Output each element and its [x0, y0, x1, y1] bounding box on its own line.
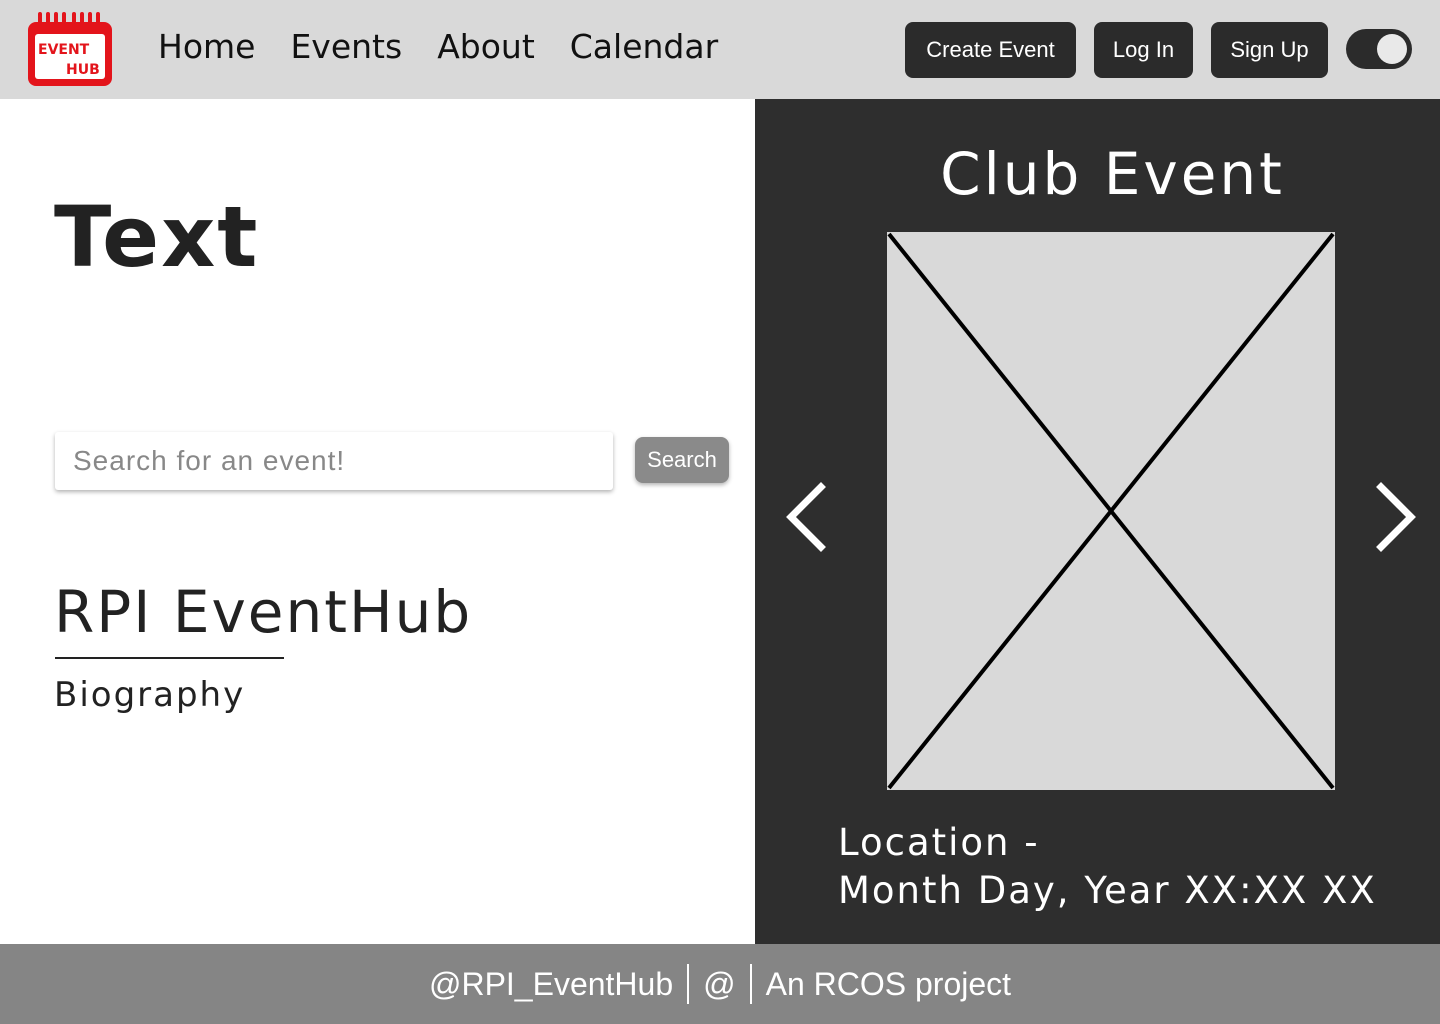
- svg-text:EVENT: EVENT: [38, 42, 90, 58]
- nav-about[interactable]: About: [437, 24, 535, 70]
- nav-calendar[interactable]: Calendar: [570, 24, 718, 70]
- footer-project-text: An RCOS project: [765, 965, 1012, 1002]
- footer-email-link[interactable]: @: [703, 966, 735, 1003]
- nav-home[interactable]: Home: [158, 24, 255, 70]
- event-location: Location -: [838, 821, 1040, 864]
- footer-separator: [687, 964, 690, 1004]
- main-nav: Home Events About Calendar: [158, 24, 718, 70]
- image-placeholder-icon: [887, 232, 1335, 790]
- hero-heading: Text: [54, 188, 260, 286]
- nav-events[interactable]: Events: [290, 24, 402, 70]
- footer-handle-link[interactable]: @RPI_EventHub: [429, 966, 673, 1003]
- event-search-input[interactable]: [55, 432, 613, 490]
- biography-label: Biography: [54, 675, 246, 715]
- event-info: Location - Month Day, Year XX:XX XX: [838, 819, 1377, 915]
- top-navbar: EVENT HUB Home Events About Calendar Cre…: [0, 0, 1440, 99]
- svg-text:HUB: HUB: [66, 62, 100, 78]
- login-button[interactable]: Log In: [1094, 22, 1193, 78]
- footer-separator: [749, 964, 752, 1004]
- theme-toggle[interactable]: [1346, 29, 1412, 69]
- event-title: Club Event: [940, 140, 1285, 208]
- event-carousel: Club Event Location - Month Day, Year XX…: [755, 99, 1440, 944]
- title-divider: [55, 657, 284, 659]
- search-button[interactable]: Search: [635, 437, 729, 483]
- create-event-button[interactable]: Create Event: [905, 22, 1076, 78]
- chevron-right-icon[interactable]: [1365, 477, 1425, 557]
- org-title: RPI EventHub: [54, 578, 473, 646]
- footer: @RPI_EventHub @ An RCOS project: [0, 944, 1440, 1024]
- toggle-knob: [1377, 34, 1407, 64]
- hero-left-panel: Text Search RPI EventHub Biography: [0, 99, 755, 944]
- event-datetime: Month Day, Year XX:XX XX: [838, 869, 1377, 912]
- chevron-left-icon[interactable]: [777, 477, 837, 557]
- signup-button[interactable]: Sign Up: [1211, 22, 1328, 78]
- calendar-logo-icon[interactable]: EVENT HUB: [26, 12, 114, 88]
